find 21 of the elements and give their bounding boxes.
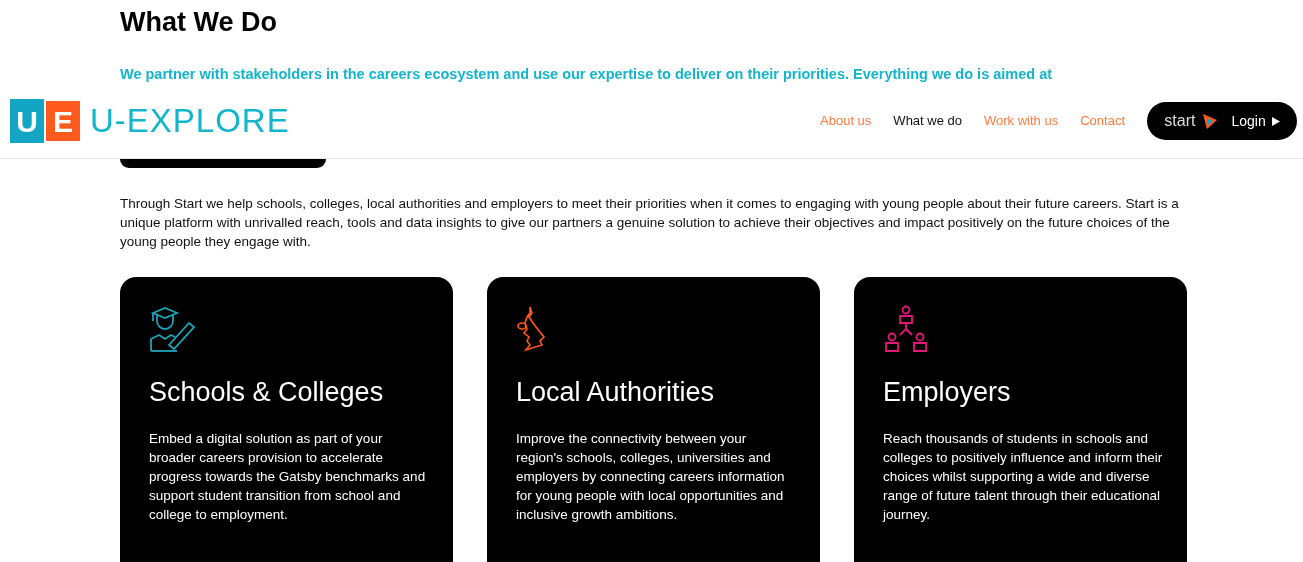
map-icon bbox=[516, 305, 548, 353]
section-heading: What We Do bbox=[120, 6, 278, 38]
caret-icon bbox=[1271, 116, 1280, 126]
card-title: Schools & Colleges bbox=[149, 376, 385, 409]
card-text: Embed a digital solution as part of your broader careers provision to accelerate progress towards the Gatsby benchmarks and support student transition from school and college to employment. bbox=[149, 430, 427, 524]
nav-link[interactable]: About us bbox=[820, 111, 872, 131]
login-button[interactable]: start Login bbox=[1147, 102, 1297, 140]
intro-text: We partner with stakeholders in the careers ecosystem and use our expertise to deliver on their priorities. Everything we do is aimed at bbox=[120, 66, 1054, 82]
nav-link[interactable]: Contact bbox=[1080, 111, 1125, 131]
logo-mark: U E bbox=[10, 98, 80, 144]
card-title: Employers bbox=[883, 376, 1012, 409]
people-network-icon bbox=[883, 305, 929, 353]
card-text: Improve the connectivity between your region's schools, colleges, universities and employers by connecting careers information for young people with local opportunities and inclusive growth ambitions. bbox=[516, 430, 786, 524]
nav-link[interactable]: What we do bbox=[893, 111, 962, 131]
body-text: Through Start we help schools, colleges, local authorities and employers to meet their priorities when it comes to engaging with young people about their future careers. Start is a unique platform with unrivalled reach, tools and data insights to give our partners a genuine solution to achieve their objectives and impact positively on the future choices of the young people they engage with. bbox=[120, 195, 1180, 251]
dark-button[interactable] bbox=[120, 159, 326, 168]
card-text: Reach thousands of students in schools and colleges to positively influence and inform their choices whilst supporting a wide and diverse range of future talent through their educational journey. bbox=[883, 430, 1163, 524]
logo-text: U-EXPLORE bbox=[90, 101, 290, 142]
card-title: Local Authorities bbox=[516, 376, 716, 409]
nav-link[interactable]: Work with us bbox=[984, 111, 1059, 131]
graduate-icon bbox=[149, 305, 197, 353]
